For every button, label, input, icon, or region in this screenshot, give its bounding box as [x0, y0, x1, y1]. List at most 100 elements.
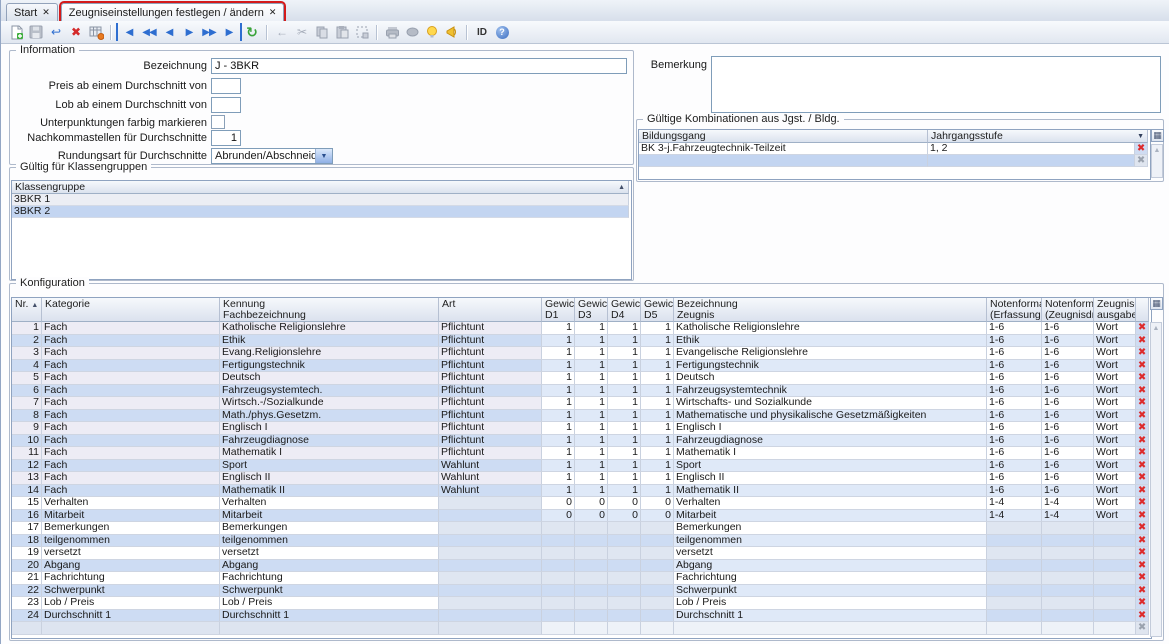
chevron-down-icon[interactable]: ▼ [315, 149, 332, 163]
notenformat-erfassung-cell[interactable]: 1-6 [987, 460, 1042, 473]
close-icon[interactable]: ✕ [269, 7, 277, 18]
nr-cell[interactable]: 13 [12, 472, 42, 485]
table-row-empty[interactable]: ✖ [12, 622, 1151, 635]
kennung-cell[interactable]: Fahrzeugdiagnose [220, 435, 439, 448]
delete-row-icon[interactable]: ✖ [1136, 360, 1149, 373]
art-cell[interactable] [439, 560, 542, 573]
notenformat-zeugnisdruck-cell[interactable]: 1-6 [1042, 485, 1094, 498]
stamp-icon[interactable] [402, 23, 422, 41]
art-cell[interactable] [439, 522, 542, 535]
gewicht-d3-cell[interactable]: 1 [575, 447, 608, 460]
list-header[interactable]: Klassengruppe▲ [12, 181, 631, 194]
art-cell[interactable]: Wahlunt [439, 460, 542, 473]
gewicht-d1-cell[interactable]: 1 [542, 435, 575, 448]
gewicht-d1-cell[interactable] [542, 610, 575, 623]
kategorie-cell[interactable]: Fach [42, 447, 220, 460]
kennung-cell[interactable]: Ethik [220, 335, 439, 348]
bezeichnung-zeugnis-cell[interactable]: Fahrzeugsystemtechnik [674, 385, 987, 398]
art-cell[interactable] [439, 585, 542, 598]
nr-cell[interactable]: 17 [12, 522, 42, 535]
notenformat-zeugnisdruck-cell[interactable]: 1-4 [1042, 510, 1094, 523]
nr-cell[interactable]: 24 [12, 610, 42, 623]
column-header-klassengruppe[interactable]: Klassengruppe▲ [12, 181, 629, 194]
bezeichnung-zeugnis-cell[interactable]: Bemerkungen [674, 522, 987, 535]
delete-record-icon[interactable]: ✖ [66, 23, 86, 41]
kategorie-cell[interactable]: Fach [42, 397, 220, 410]
table-row[interactable]: BK 3-j.Fahrzeugtechnik-Teilzeit1, 2✖ [639, 143, 1150, 155]
delete-row-icon[interactable]: ✖ [1136, 510, 1149, 523]
filter-dropdown-icon[interactable]: ▼ [1137, 131, 1144, 142]
gewicht-d5-cell[interactable] [641, 585, 674, 598]
delete-row-icon[interactable]: ✖ [1136, 597, 1149, 610]
kennung-cell[interactable]: teilgenommen [220, 535, 439, 548]
kategorie-cell[interactable]: Fach [42, 360, 220, 373]
gewicht-d1-cell[interactable]: 1 [542, 397, 575, 410]
art-cell[interactable] [439, 597, 542, 610]
delete-row-icon[interactable]: ✖ [1136, 410, 1149, 423]
zeugnisausgabe-cell[interactable]: Wort [1094, 335, 1136, 348]
gewicht-d4-cell[interactable]: 1 [608, 322, 641, 335]
notenformat-zeugnisdruck-cell[interactable]: 1-6 [1042, 347, 1094, 360]
zeugnisausgabe-cell[interactable]: Wort [1094, 497, 1136, 510]
delete-row-icon[interactable]: ✖ [1136, 622, 1149, 635]
kennung-cell[interactable] [220, 622, 439, 635]
zeugnisausgabe-cell[interactable] [1094, 622, 1136, 635]
gewicht-d5-cell[interactable]: 1 [641, 347, 674, 360]
table-row-selected[interactable]: ✖ [639, 155, 1150, 167]
bezeichnung-zeugnis-cell[interactable]: Mathematik II [674, 485, 987, 498]
nr-cell[interactable]: 6 [12, 385, 42, 398]
kennung-cell[interactable]: Mathematik I [220, 447, 439, 460]
id-button[interactable]: ID [472, 23, 492, 41]
gewicht-d3-cell[interactable] [575, 610, 608, 623]
zeugnisausgabe-cell[interactable]: Wort [1094, 485, 1136, 498]
table-row[interactable]: 4FachFertigungstechnikPflichtunt1111Fert… [12, 360, 1151, 373]
gewicht-d4-cell[interactable]: 1 [608, 460, 641, 473]
delete-row-icon[interactable]: ✖ [1136, 585, 1149, 598]
kennung-cell[interactable]: Verhalten [220, 497, 439, 510]
notenformat-zeugnisdruck-cell[interactable] [1042, 560, 1094, 573]
kennung-cell[interactable]: Katholische Religionslehre [220, 322, 439, 335]
gewicht-d4-cell[interactable] [608, 610, 641, 623]
sort-ascending-icon[interactable]: ▲ [31, 302, 38, 309]
column-chooser-icon[interactable]: ▦ [1151, 129, 1164, 142]
gewicht-d1-cell[interactable]: 1 [542, 372, 575, 385]
kategorie-cell[interactable]: Fach [42, 485, 220, 498]
bezeichnung-zeugnis-cell[interactable]: Fahrzeugdiagnose [674, 435, 987, 448]
bezeichnung-zeugnis-cell[interactable]: Englisch I [674, 422, 987, 435]
gewicht-d3-cell[interactable]: 1 [575, 485, 608, 498]
kategorie-cell[interactable]: Fach [42, 472, 220, 485]
table-row[interactable]: 6FachFahrzeugsystemtech.Pflichtunt1111Fa… [12, 385, 1151, 398]
kennung-cell[interactable]: Durchschnitt 1 [220, 610, 439, 623]
delete-row-icon[interactable]: ✖ [1136, 610, 1149, 623]
notenformat-zeugnisdruck-cell[interactable] [1042, 535, 1094, 548]
notenformat-zeugnisdruck-cell[interactable]: 1-6 [1042, 397, 1094, 410]
gewicht-d1-cell[interactable]: 0 [542, 510, 575, 523]
notenformat-zeugnisdruck-cell[interactable]: 1-4 [1042, 497, 1094, 510]
column-header-gewicht-d1[interactable]: GewichtD1 [542, 298, 575, 322]
art-cell[interactable] [439, 535, 542, 548]
gewicht-d3-cell[interactable]: 1 [575, 472, 608, 485]
kategorie-cell[interactable] [42, 622, 220, 635]
paste-icon[interactable] [332, 23, 352, 41]
back-arrow-icon[interactable]: ← [272, 23, 292, 41]
column-chooser-icon[interactable]: ▦ [1150, 297, 1163, 310]
gewicht-d5-cell[interactable] [641, 560, 674, 573]
table-row[interactable]: 5FachDeutschPflichtunt1111Deutsch1-61-6W… [12, 372, 1151, 385]
notenformat-erfassung-cell[interactable]: 1-6 [987, 360, 1042, 373]
gewicht-d4-cell[interactable]: 1 [608, 410, 641, 423]
nr-cell[interactable]: 8 [12, 410, 42, 423]
nr-cell[interactable]: 23 [12, 597, 42, 610]
kategorie-cell[interactable]: Fachrichtung [42, 572, 220, 585]
delete-row-icon[interactable]: ✖ [1136, 560, 1149, 573]
notenformat-zeugnisdruck-cell[interactable]: 1-6 [1042, 447, 1094, 460]
zeugnisausgabe-cell[interactable]: Wort [1094, 410, 1136, 423]
art-cell[interactable]: Pflichtunt [439, 360, 542, 373]
kategorie-cell[interactable]: Fach [42, 335, 220, 348]
bezeichnung-zeugnis-cell[interactable]: Schwerpunkt [674, 585, 987, 598]
print-icon[interactable] [382, 23, 402, 41]
previous-record-icon[interactable]: ◀ [159, 23, 179, 41]
table-row[interactable]: 14FachMathematik IIWahlunt1111Mathematik… [12, 485, 1151, 498]
gewicht-d5-cell[interactable]: 1 [641, 360, 674, 373]
konfiguration-scrollbar[interactable]: ▲ [1150, 322, 1162, 637]
gewicht-d1-cell[interactable]: 1 [542, 460, 575, 473]
